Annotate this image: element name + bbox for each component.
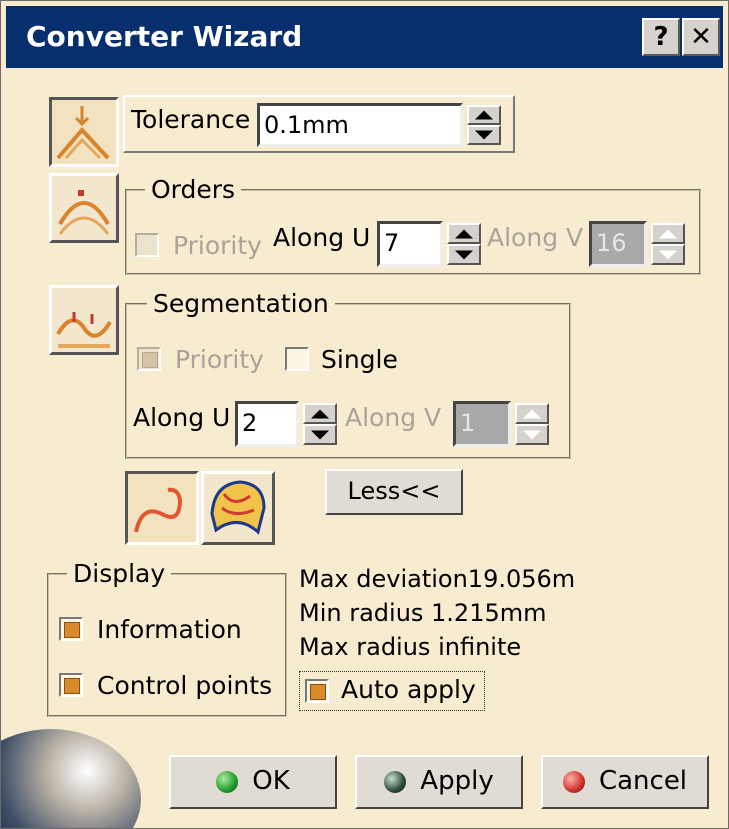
apply-label: Apply [420,766,494,796]
spin-down-icon[interactable] [467,125,501,145]
spin-down-icon[interactable] [447,244,481,265]
max-radius-text: Max radius infinite [299,633,522,661]
curve-icon [134,487,183,533]
orders-icon [58,190,110,235]
spin-down-icon [515,424,549,445]
orders-along-u-label: Along U [273,223,371,252]
auto-apply-label: Auto apply [341,675,476,704]
segmentation-along-u-label: Along U [133,403,231,432]
auto-apply-checkbox[interactable] [305,679,329,703]
tolerance-icon [56,106,110,160]
tolerance-mode-button[interactable] [49,97,119,167]
segmentation-priority-label: Priority [175,345,264,374]
segmentation-along-v-label: Along V [345,403,442,432]
curve-mode-button[interactable] [125,471,199,545]
segmentation-legend: Segmentation [147,289,335,318]
title-bar[interactable]: Converter Wizard ? ✕ [6,6,723,68]
orders-priority-checkbox[interactable] [135,233,159,257]
segmentation-along-u-spinner[interactable] [303,403,337,445]
segmentation-along-u-input[interactable]: 2 [235,401,299,447]
segmentation-priority-checkbox[interactable] [137,347,161,371]
segmentation-mode-button[interactable] [49,285,119,355]
spin-up-icon[interactable] [303,403,337,424]
control-points-checkbox[interactable] [59,673,83,697]
close-button[interactable]: ✕ [682,18,720,56]
surface-mode-button[interactable] [201,471,275,545]
information-label: Information [97,615,242,644]
dialog-content: Tolerance 0.1mm Orders Priority Along U … [1,69,728,828]
orders-legend: Orders [145,175,242,204]
less-button[interactable]: Less<< [325,469,463,515]
globe-decoration [1,729,141,828]
orders-along-u-input[interactable]: 7 [377,221,443,267]
min-radius-text: Min radius 1.215mm [299,599,547,627]
orders-along-v-label: Along V [487,223,584,252]
orders-along-u-spinner[interactable] [447,223,481,265]
window-title: Converter Wizard [26,20,303,53]
ok-button[interactable]: OK [169,755,337,809]
tolerance-spinner[interactable] [467,105,501,145]
information-checkbox[interactable] [59,617,83,641]
segmentation-icon [56,312,112,348]
control-points-label: Control points [97,671,273,700]
orders-along-v-spinner [651,223,685,265]
segmentation-single-label: Single [321,345,398,374]
tolerance-input[interactable]: 0.1mm [257,103,463,147]
spin-up-icon[interactable] [467,105,501,125]
cancel-button[interactable]: Cancel [541,755,709,809]
spin-up-icon[interactable] [447,223,481,244]
spin-down-icon [651,244,685,265]
ok-label: OK [252,766,290,796]
surface-icon [210,480,266,535]
tolerance-label: Tolerance [131,105,251,134]
segmentation-along-v-input: 1 [453,401,511,447]
orders-mode-button[interactable] [49,173,119,243]
help-button[interactable]: ? [642,18,680,56]
cancel-label: Cancel [598,766,688,796]
orders-along-v-input: 16 [589,221,647,267]
cancel-dot-icon [562,770,585,793]
segmentation-along-v-spinner [515,403,549,445]
spin-down-icon[interactable] [303,424,337,445]
ok-dot-icon [216,770,239,793]
converter-wizard-dialog: Converter Wizard ? ✕ Tolerance 0.1mm Ord… [0,0,729,829]
segmentation-single-checkbox[interactable] [285,347,309,371]
spin-up-icon [515,403,549,424]
apply-button[interactable]: Apply [355,755,523,809]
display-legend: Display [67,559,172,588]
max-deviation-text: Max deviation19.056m [299,565,576,593]
spin-up-icon [651,223,685,244]
orders-priority-label: Priority [173,231,262,260]
apply-dot-icon [384,770,407,793]
